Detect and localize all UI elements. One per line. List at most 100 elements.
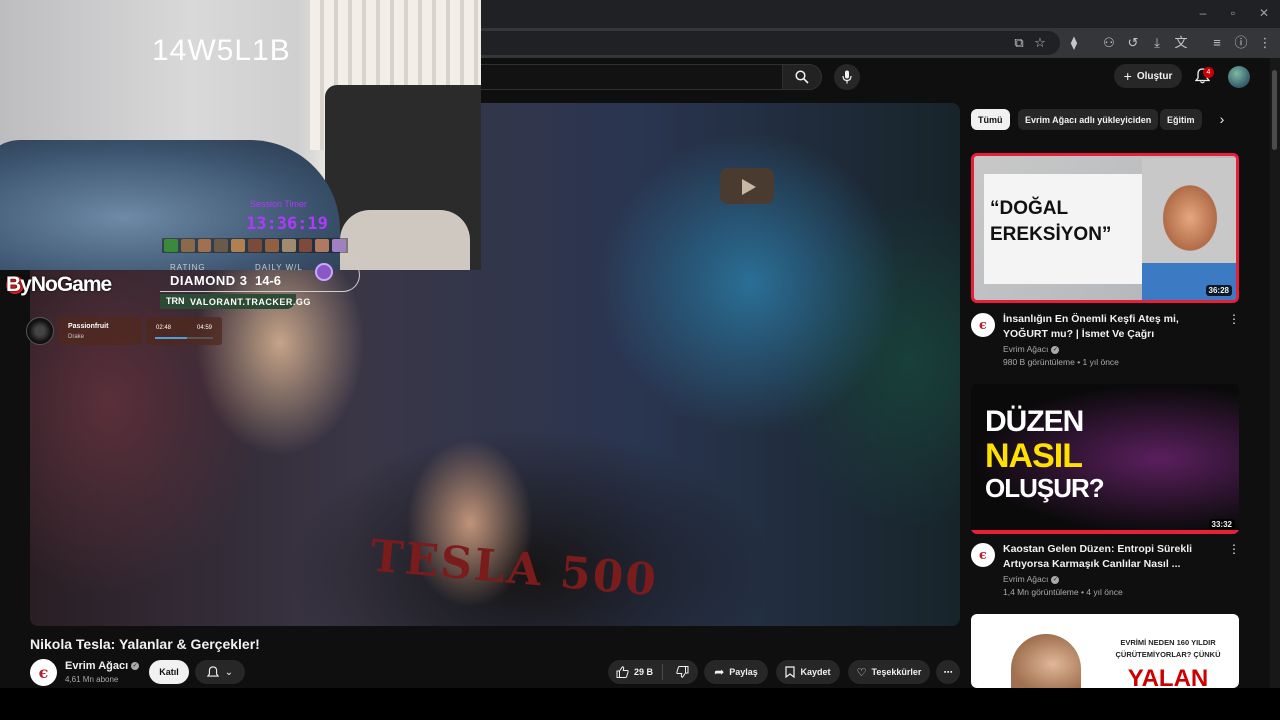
stream-code: 14W5L1B [152, 34, 291, 67]
chevron-down-icon: ⌄ [224, 666, 234, 678]
profile-icon[interactable]: ⓘ [1232, 34, 1250, 52]
song-title: Passionfruit [68, 323, 109, 330]
thumb-person [1011, 634, 1081, 688]
scrollbar-thumb[interactable] [1272, 70, 1277, 150]
related-channel-avatar[interactable]: ϵ [971, 543, 995, 567]
join-button[interactable]: Katıl [149, 660, 189, 684]
agent-icon [248, 239, 262, 252]
more-actions-button[interactable]: ⋯ [936, 660, 960, 684]
save-button[interactable]: Kaydet [776, 660, 840, 684]
agent-icon [197, 239, 212, 252]
related-channel[interactable]: Evrim Ağacı ✓ [1003, 574, 1060, 584]
song-progress-fill [155, 337, 188, 339]
related-meta: 980 B görüntüleme • 1 yıl önce [1003, 357, 1119, 367]
agent-icon [231, 239, 246, 252]
dislike-button[interactable] [676, 666, 689, 678]
subscription-bell-button[interactable]: ⌄ [195, 660, 245, 684]
bookmark-icon [785, 666, 796, 678]
taskbar [0, 688, 1280, 720]
related-thumbnail[interactable]: EVRİMİ NEDEN 160 YILDIR ÇÜRÜTEMİYORLAR? … [971, 614, 1239, 688]
verified-icon: ✓ [1051, 575, 1060, 584]
super-thanks-icon: ♡ [856, 666, 867, 679]
song-current-time: 02:48 [156, 325, 172, 331]
chip-education[interactable]: Eğitim [1160, 109, 1202, 130]
agent-strip [162, 238, 348, 253]
search-input[interactable] [470, 64, 782, 90]
like-count: 29 B [634, 667, 654, 677]
minimize-icon[interactable]: – [1196, 6, 1210, 20]
download-icon[interactable]: ⤓ [1148, 34, 1166, 52]
address-bar[interactable] [470, 31, 1060, 55]
thanks-label: Teşekkürler [871, 667, 922, 677]
chip-all[interactable]: Tümü [971, 109, 1010, 130]
related-meta: 1,4 Mn görüntüleme • 4 yıl önce [1003, 587, 1123, 597]
channel-name-text: Evrim Ağacı [65, 660, 129, 672]
song-total-time: 04:59 [197, 325, 213, 331]
session-timer: 13:36:19 [246, 214, 328, 234]
user-avatar[interactable] [1228, 66, 1250, 88]
more-vertical-icon[interactable]: ⋮ [1228, 542, 1240, 558]
watch-progress [971, 530, 1239, 534]
thumb-person [1142, 158, 1236, 300]
verified-icon: ✓ [131, 662, 140, 671]
related-title[interactable]: Kaostan Gelen Düzen: Entropi Sürekli Art… [1003, 542, 1218, 572]
chip-from-uploader[interactable]: Evrim Ağacı adlı yükleyiciden [1018, 109, 1159, 130]
chevron-right-icon[interactable]: › [1213, 110, 1231, 128]
bell-icon [206, 665, 219, 677]
menu-icon[interactable]: ⋮ [1256, 34, 1274, 52]
related-channel-avatar[interactable]: ϵ [971, 313, 995, 337]
search-button[interactable] [782, 64, 822, 90]
like-dislike-group: 29 B [608, 660, 698, 684]
tracker-brand: TRN [166, 296, 185, 306]
create-button[interactable]: + Oluştur [1114, 64, 1182, 88]
channel-avatar[interactable]: ϵ [30, 659, 57, 686]
agent-icon [164, 239, 178, 252]
close-icon[interactable]: ✕ [1257, 6, 1271, 20]
thumbs-down-icon [676, 666, 689, 678]
search-icon [795, 70, 809, 84]
bookmark-star-icon[interactable]: ☆ [1031, 34, 1049, 52]
sponsor-logo-text: ByNoGame [6, 273, 112, 296]
like-button[interactable]: 29 B [616, 666, 653, 678]
share-button[interactable]: ➦ Paylaş [704, 660, 768, 684]
restore-icon[interactable]: ▫ [1226, 6, 1240, 20]
thanks-button[interactable]: ♡ Teşekkürler [848, 660, 930, 684]
share-icon: ➦ [714, 665, 725, 679]
rating-value: DIAMOND 3 [170, 273, 248, 288]
related-title[interactable]: İnsanlığın En Önemli Keşfi Ateş mi, YOĞU… [1003, 312, 1218, 342]
voice-search-button[interactable] [834, 64, 860, 90]
reading-list-icon[interactable]: ≡ [1208, 34, 1226, 52]
plus-icon: + [1123, 68, 1132, 84]
agent-icon [315, 239, 330, 252]
thumb-text-line3: OLUŞUR? [985, 473, 1105, 503]
thumb-text-line1: EVRİMİ NEDEN 160 YILDIR [1120, 638, 1216, 647]
agent-icon [180, 239, 195, 252]
channel-name[interactable]: Evrim Ağacı ✓ [65, 660, 140, 672]
related-thumbnail[interactable]: “DOĞAL EREKSİYON” 36:28 [971, 153, 1239, 303]
related-thumbnail[interactable]: DÜZEN NASIL OLUŞUR? 33:32 [971, 384, 1239, 534]
thumb-text-line2: ÇÜRÜTEMİYORLAR? ÇÜNKÜ [1115, 650, 1221, 659]
agent-icon [332, 239, 346, 252]
translate-icon[interactable]: 文 [1172, 34, 1190, 52]
history-icon[interactable]: ↺ [1124, 34, 1142, 52]
notification-badge: 4 [1203, 67, 1214, 78]
page-scrollbar[interactable] [1270, 58, 1280, 688]
extensions-icon[interactable]: ⧫ [1065, 34, 1083, 52]
related-channel[interactable]: Evrim Ağacı ✓ [1003, 344, 1060, 354]
tracker-url: VALORANT.TRACKER.GG [190, 297, 311, 307]
thumb-text-line1: DÜZEN [985, 405, 1084, 438]
related-channel-text: Evrim Ağacı [1003, 344, 1049, 354]
like-divider [662, 664, 663, 680]
thumb-text-line2: NASIL [985, 437, 1083, 475]
install-app-icon[interactable]: ⧉ [1010, 34, 1028, 52]
verified-icon: ✓ [1051, 345, 1060, 354]
timer-label: Session Timer [250, 199, 308, 209]
rank-emblem-icon [315, 263, 333, 281]
microphone-icon [842, 70, 852, 84]
extension-icon[interactable]: ⚇ [1100, 34, 1118, 52]
more-vertical-icon[interactable]: ⋮ [1228, 312, 1240, 328]
thumb-text: “DOĞAL EREKSİYON” [990, 198, 1112, 245]
agent-icon [281, 239, 296, 252]
more-horizontal-icon: ⋯ [943, 666, 953, 677]
subscriber-count: 4,61 Mn abone [65, 675, 119, 684]
